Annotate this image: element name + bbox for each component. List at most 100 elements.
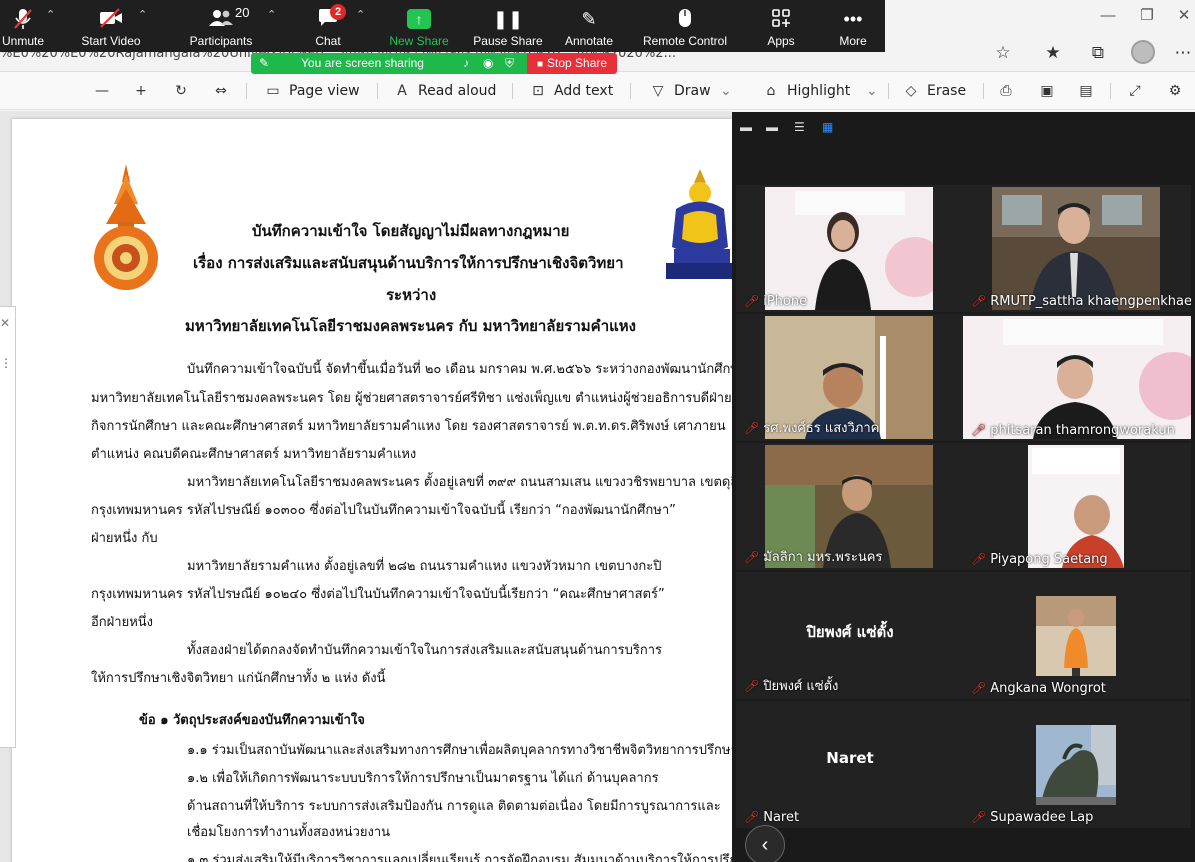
toolbar-divider	[630, 83, 631, 99]
screen-sharing-banner[interactable]: ✎ You are screen sharing ♪ ◉ ⛨	[251, 53, 527, 74]
zoom-out-icon[interactable]: —	[92, 80, 118, 102]
participant-name: 🎤︎ รศ.พงศ์ธร แสงวิภาค	[744, 421, 880, 436]
minimize-icon[interactable]: —	[1096, 6, 1120, 26]
pdf-viewer[interactable]: บันทึกความเข้าใจ โดยสัญญาไม่มีผลทางกฎหมา…	[0, 111, 753, 862]
collections-icon[interactable]: ⧉	[1087, 42, 1109, 64]
participant-tile[interactable]: ปิยพงศ์ แซ่ตั้ง 🎤︎ ปิยพงศ์ แซ่ตั้ง	[736, 572, 964, 699]
mic-muted-icon: 🎤︎	[744, 679, 760, 693]
pause-share-button[interactable]: ❚❚ Pause Share	[472, 0, 544, 52]
highlight-dropdown-icon[interactable]: ⌄	[866, 80, 878, 102]
close-panel-icon[interactable]: ✕	[0, 316, 10, 330]
add-text-button[interactable]: ⊡ Add text	[528, 80, 613, 102]
rotate-icon[interactable]: ↻	[171, 80, 197, 102]
shield-icon: ⛨	[505, 56, 515, 70]
doc-title-1: บันทึกความเข้าใจ โดยสัญญาไม่มีผลทางกฎหมา…	[252, 222, 570, 240]
participant-video	[963, 316, 1191, 439]
participant-tile[interactable]: 🎤︎ Angkana Wongrot	[963, 572, 1191, 699]
video-options-chevron-icon[interactable]: ⌃	[138, 8, 147, 21]
close-icon[interactable]: ✕	[1172, 6, 1195, 26]
toolbar-divider	[888, 83, 889, 99]
erase-button[interactable]: ◇ Erase	[901, 80, 966, 102]
ramkhamhaeng-logo-icon	[666, 169, 732, 279]
more-options-icon[interactable]: ⋮	[0, 356, 12, 370]
participant-video	[765, 187, 933, 310]
mouse-icon	[640, 8, 730, 30]
draw-dropdown-icon[interactable]: ⌄	[720, 80, 732, 102]
mic-muted-icon: 🎤︎	[971, 552, 987, 566]
more-button[interactable]: ••• More	[830, 0, 876, 52]
favorites-icon[interactable]: ★	[1042, 42, 1064, 64]
participant-name: 🎤︎ phitsaran thamrongworakun	[971, 423, 1175, 438]
settings-menu-icon[interactable]: ⋯	[1172, 42, 1194, 64]
participant-tile[interactable]: 🎤︎ phitsaran thamrongworakun	[963, 314, 1191, 441]
add-text-icon: ⊡	[532, 83, 544, 99]
remote-control-button[interactable]: Remote Control	[640, 0, 730, 52]
save-as-icon[interactable]: ▤	[1076, 80, 1102, 102]
audio-options-chevron-icon[interactable]: ⌃	[46, 8, 55, 21]
mic-muted-icon: 🎤︎	[744, 294, 760, 308]
stop-share-button[interactable]: ■ Stop Share	[527, 53, 617, 74]
toolbar-divider	[983, 83, 984, 99]
save-icon[interactable]: ▣	[1037, 80, 1063, 102]
doc-line: กรุงเทพมหานคร รหัสไปรษณีย์ ๑๐๒๔๐ ซึ่งต่อ…	[91, 587, 665, 602]
minimize-panel-icon[interactable]: ▬	[740, 120, 754, 134]
fullscreen-icon[interactable]: ⤢	[1125, 80, 1151, 102]
chat-chevron-icon[interactable]: ⌃	[356, 8, 365, 21]
new-share-button[interactable]: New Share	[385, 0, 453, 52]
doc-line: ฝ่ายหนึ่ง กับ	[91, 531, 158, 546]
read-aloud-icon: A	[397, 83, 407, 99]
participant-tile[interactable]: 🎤︎ Piyapong Saetang	[963, 443, 1191, 570]
annotate-button[interactable]: ✎ Annotate	[560, 0, 618, 52]
participant-name: 🎤︎ RMUTP_sattha khaengpenkhae	[971, 294, 1191, 309]
unmute-button[interactable]: Unmute	[0, 0, 46, 52]
doc-title-4: มหาวิทยาลัยเทคโนโลยีราชมงคลพระนคร กับ มห…	[185, 317, 636, 335]
participant-tile[interactable]: Naret 🎤︎ Naret	[736, 701, 964, 828]
video-gallery-panel: ▬ ▬ ☰ ▦ 🎤︎ iPhone 🎤︎ RMUTP_sattha khaeng…	[732, 112, 1195, 862]
toolbar-divider	[377, 83, 378, 99]
pdf-settings-icon[interactable]: ⚙	[1165, 80, 1191, 102]
doc-line: มหาวิทยาลัยรามคำแหง ตั้งอยู่เลขที่ ๒๘๒ ถ…	[187, 559, 662, 574]
participant-tile[interactable]: 🎤︎ Supawadee Lap	[963, 701, 1191, 828]
participant-tile[interactable]: 🎤︎ RMUTP_sattha khaengpenkhae	[963, 185, 1191, 312]
highlight-button[interactable]: ⌂ Highlight	[761, 80, 851, 102]
gallery-view-icon[interactable]: ▦	[822, 120, 836, 134]
print-icon[interactable]: ⎙	[996, 80, 1022, 102]
participant-name: 🎤︎ ปิยพงศ์ แซ่ตั้ง	[744, 679, 839, 694]
screen: %E0%20%E0%20Rajamangala%20University%E0.…	[0, 0, 1195, 862]
doc-line: ทั้งสองฝ่ายได้ตกลงจัดทำบันทึกความเข้าใจใ…	[187, 643, 662, 658]
mic-muted-icon: 🎤︎	[971, 294, 987, 308]
profile-avatar[interactable]	[1131, 40, 1155, 64]
speaker-view-icon[interactable]: ▬	[766, 120, 780, 134]
page-view-button[interactable]: ▭ Page view	[263, 80, 359, 102]
apps-button[interactable]: Apps	[758, 0, 804, 52]
participants-chevron-icon[interactable]: ⌃	[267, 8, 276, 21]
start-video-button[interactable]: Start Video	[76, 0, 146, 52]
pencil-icon: ✎	[259, 56, 270, 70]
mic-muted-icon: 🎤︎	[971, 423, 987, 437]
doc-title-2: เรื่อง การส่งเสริมและสนับสนุนด้านบริการใ…	[193, 254, 624, 272]
draw-button[interactable]: ▽ Draw	[648, 80, 711, 102]
restore-icon[interactable]: ❐	[1135, 6, 1159, 26]
side-panel[interactable]	[0, 306, 16, 748]
toolbar-divider	[512, 83, 513, 99]
previous-page-chevron-icon[interactable]: ‹	[745, 825, 785, 862]
participant-tile[interactable]: 🎤︎ iPhone	[736, 185, 964, 312]
status-icon: ◉	[483, 56, 494, 70]
mic-muted-icon: 🎤︎	[971, 810, 987, 824]
zoom-in-icon[interactable]: +	[131, 80, 157, 102]
doc-line: อีกฝ่ายหนึ่ง	[91, 615, 154, 630]
doc-section-heading: ข้อ ๑ วัตถุประสงค์ของบันทึกความเข้าใจ	[139, 713, 365, 728]
read-aloud-button[interactable]: A Read aloud	[392, 80, 496, 102]
participant-tile[interactable]: 🎤︎ มัลลิกา มหร.พระนคร	[736, 443, 964, 570]
apps-icon	[758, 8, 804, 30]
doc-line: ด้านสถานที่ให้บริการ ระบบการส่งเสริมป้อง…	[187, 799, 721, 814]
participant-tile[interactable]: 🎤︎ รศ.พงศ์ธร แสงวิภาค	[736, 314, 964, 441]
doc-line: ๑.๓ ร่วมส่งเสริมให้มีบริการวิชาการแลกเปล…	[187, 853, 754, 862]
page-view-icon: ▭	[266, 83, 280, 99]
participant-name: 🎤︎ Piyapong Saetang	[971, 552, 1108, 567]
add-favorite-icon[interactable]: ☆	[992, 42, 1014, 64]
fit-width-icon[interactable]: ⇔	[211, 80, 237, 102]
pause-icon: ❚❚	[492, 9, 524, 29]
strip-view-icon[interactable]: ☰	[794, 120, 808, 134]
doc-line: บันทึกความเข้าใจฉบับนี้ จัดทำขึ้นเมื่อวั…	[187, 362, 747, 377]
